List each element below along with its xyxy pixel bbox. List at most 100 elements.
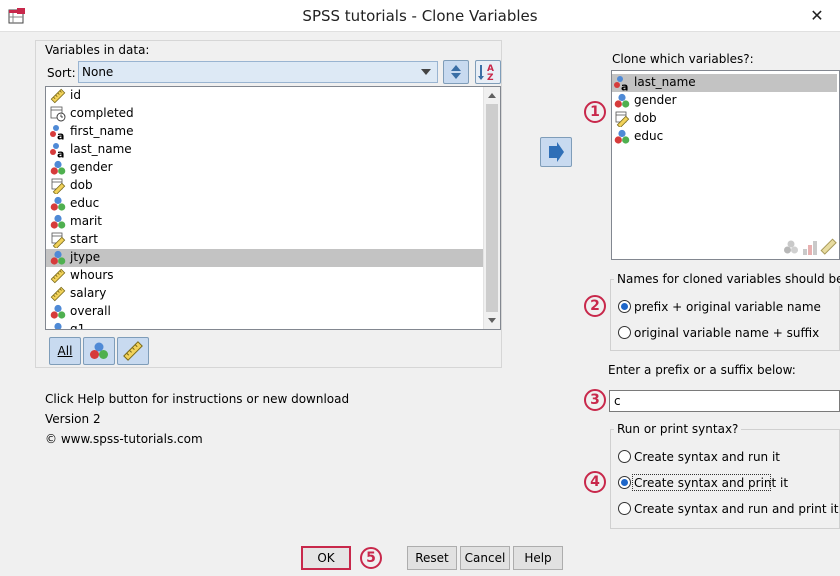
filter-nominal-button[interactable] <box>83 337 115 365</box>
nominal-icon <box>50 250 66 265</box>
variable-list-item[interactable]: dob <box>46 177 484 195</box>
prefix-radio[interactable] <box>618 300 631 313</box>
ruler-scale-icon <box>123 341 143 361</box>
date-scale-icon <box>51 178 66 194</box>
variable-list-item[interactable]: q1 <box>46 321 484 330</box>
title-bar: SPSS tutorials - Clone Variables ✕ <box>0 0 840 32</box>
variable-list-item[interactable]: id <box>46 87 484 105</box>
ruler-scale-icon <box>50 88 66 104</box>
scroll-thumb[interactable] <box>486 104 498 312</box>
window-title: SPSS tutorials - Clone Variables <box>302 7 538 25</box>
nominal-icon <box>50 304 66 319</box>
variable-list-name: first_name <box>70 124 134 138</box>
svg-text:Z: Z <box>487 73 494 83</box>
nominal-icon <box>50 196 66 211</box>
string-nominal-icon: a <box>614 76 628 91</box>
clone-list-name: gender <box>634 93 677 107</box>
marker-3: 3 <box>584 389 606 411</box>
variable-list-name: educ <box>70 196 100 210</box>
clone-list-name: last_name <box>634 75 696 89</box>
variable-list-item[interactable]: marit <box>46 213 484 231</box>
reset-button[interactable]: Reset <box>407 546 457 570</box>
sort-dropdown[interactable]: None <box>78 61 438 83</box>
ok-button[interactable]: OK <box>301 546 351 570</box>
cancel-button[interactable]: Cancel <box>460 546 510 570</box>
variable-list-item[interactable]: a last_name <box>46 141 484 159</box>
clone-variables-dialog: SPSS tutorials - Clone Variables ✕ Varia… <box>0 0 840 576</box>
string-nominal-icon: a <box>50 143 64 159</box>
print-radio-label[interactable]: Create syntax and print it <box>634 476 788 490</box>
clone-which-label: Clone which variables?: <box>612 52 754 66</box>
nominal-icon <box>614 129 630 144</box>
clone-variables-list[interactable]: a last_namegender dob educ <box>611 70 840 260</box>
variable-list-item[interactable]: gender <box>46 159 484 177</box>
variable-list-name: gender <box>70 160 113 174</box>
close-button[interactable]: ✕ <box>794 0 840 32</box>
clone-list-item[interactable]: a last_name <box>612 74 837 92</box>
move-right-button[interactable] <box>540 137 572 167</box>
svg-text:a: a <box>57 130 64 141</box>
run-print-radio[interactable] <box>618 502 631 515</box>
marker-1: 1 <box>584 101 606 123</box>
nominal-icon <box>614 93 630 108</box>
date-scale-icon <box>51 232 66 248</box>
variable-list-name: q1 <box>70 322 86 330</box>
run-radio[interactable] <box>618 450 631 463</box>
run-radio-label[interactable]: Create syntax and run it <box>634 450 780 464</box>
date-time-icon <box>50 106 66 122</box>
variable-list-name: start <box>70 232 98 246</box>
variable-list-item[interactable]: overall <box>46 303 484 321</box>
date-scale-icon <box>615 111 630 127</box>
scroll-up-icon[interactable] <box>488 93 496 98</box>
clone-list-item[interactable]: gender <box>612 92 837 110</box>
clone-list-item[interactable]: dob <box>612 110 837 128</box>
print-radio[interactable] <box>618 476 631 489</box>
scroll-down-icon[interactable] <box>488 318 496 323</box>
names-group-legend: Names for cloned variables should be <box>614 272 840 286</box>
variable-list-name: marit <box>70 214 103 228</box>
variable-list-item[interactable]: educ <box>46 195 484 213</box>
prefix-radio-label[interactable]: prefix + original variable name <box>634 300 821 314</box>
variable-list-item[interactable]: start <box>46 231 484 249</box>
variables-list[interactable]: id completed a first_name a last_name gender do… <box>45 86 501 330</box>
version-text: Version 2 <box>45 412 101 426</box>
marker-5: 5 <box>360 547 382 569</box>
variable-list-item[interactable]: whours <box>46 267 484 285</box>
variable-list-item[interactable]: jtype <box>46 249 484 267</box>
nominal-icon <box>90 342 108 359</box>
copyright-text: © www.spss-tutorials.com <box>45 432 203 446</box>
marker-2: 2 <box>584 295 606 317</box>
svg-text:a: a <box>57 148 64 159</box>
variable-list-name: last_name <box>70 142 132 156</box>
suffix-radio-label[interactable]: original variable name + suffix <box>634 326 819 340</box>
variable-list-item[interactable]: completed <box>46 105 484 123</box>
help-button[interactable]: Help <box>513 546 563 570</box>
filter-all-button[interactable]: All <box>49 337 81 365</box>
variable-list-name: jtype <box>70 250 101 264</box>
sort-az-icon: A Z <box>478 64 494 83</box>
vertical-scrollbar[interactable] <box>483 87 500 329</box>
variable-list-name: completed <box>70 106 134 120</box>
chevron-down-icon <box>421 69 431 75</box>
variable-list-item[interactable]: a first_name <box>46 123 484 141</box>
ruler-scale-icon <box>50 268 66 284</box>
ruler-scale-icon <box>50 286 66 302</box>
suffix-radio[interactable] <box>618 326 631 339</box>
filter-scale-button[interactable] <box>117 337 149 365</box>
nominal-icon <box>50 214 66 229</box>
syntax-group-legend: Run or print syntax? <box>614 422 742 436</box>
prefix-input[interactable]: c <box>609 390 840 412</box>
clone-list-name: educ <box>634 129 664 143</box>
sort-az-button[interactable]: A Z <box>475 60 501 84</box>
run-print-radio-label[interactable]: Create syntax and run and print it <box>634 502 838 516</box>
arrow-right-icon <box>549 142 564 162</box>
up-down-arrows-icon <box>451 65 461 79</box>
clone-list-item[interactable]: educ <box>612 128 837 146</box>
sort-direction-button[interactable] <box>443 60 469 84</box>
string-nominal-icon: a <box>50 125 64 141</box>
nominal-icon <box>50 160 66 175</box>
sort-label: Sort: <box>47 66 76 80</box>
variables-in-data-label: Variables in data: <box>45 43 150 57</box>
names-group <box>610 279 840 351</box>
variable-list-item[interactable]: salary <box>46 285 484 303</box>
